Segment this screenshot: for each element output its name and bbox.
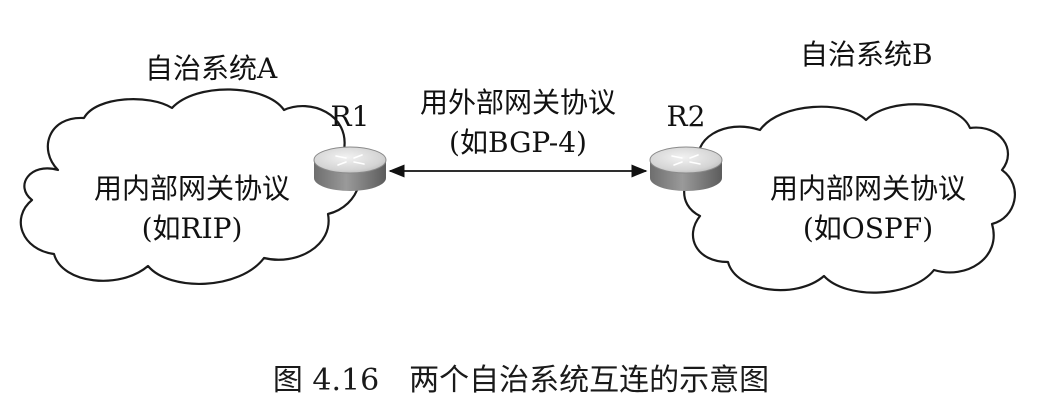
as-a-title: 自治系统A [145, 52, 278, 85]
link-label-line1: 用外部网关协议 [420, 86, 616, 119]
as-b-title: 自治系统B [800, 38, 933, 71]
as-a-protocol-line2: (如RIP) [142, 212, 243, 245]
as-a-protocol-line1: 用内部网关协议 [94, 172, 290, 205]
router-r2-icon [649, 146, 723, 191]
network-diagram: 自治系统A 用内部网关协议 (如RIP) 自治系统B 用内部网关协议 (如OSP… [19, 38, 1016, 398]
figure-caption: 图 4.16 两个自治系统互连的示意图 [273, 363, 769, 398]
router-r2-label: R2 [667, 100, 706, 133]
router-r1-label: R1 [331, 100, 370, 133]
as-b-protocol-line2: (如OSPF) [803, 212, 933, 245]
link-label-line2: (如BGP-4) [449, 126, 587, 159]
router-r1-icon [313, 146, 387, 191]
as-b-protocol-line1: 用内部网关协议 [770, 172, 966, 205]
